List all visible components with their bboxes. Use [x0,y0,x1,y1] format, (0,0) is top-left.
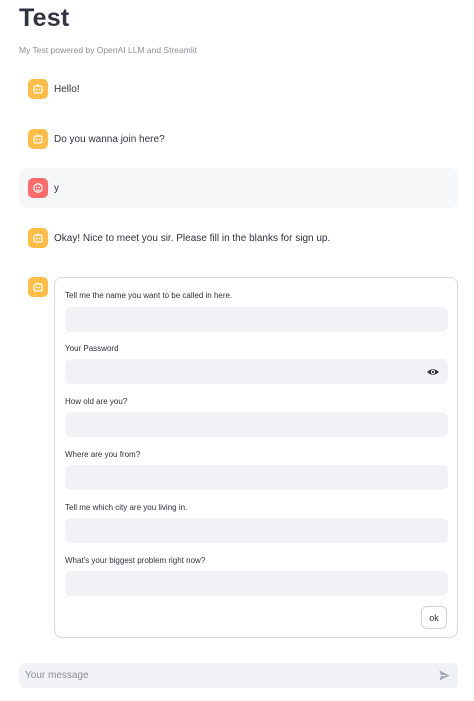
signup-form: Tell me the name you want to be called i… [54,277,458,638]
origin-input[interactable] [65,465,448,490]
message-text: Do you wanna join here? [54,133,165,145]
bot-icon [28,129,48,149]
chat-input-placeholder: Your message [25,670,89,681]
bot-icon [28,228,48,248]
bot-icon [28,277,48,297]
password-input[interactable] [65,359,448,384]
problem-field-label: What's your biggest problem right now? [65,556,206,565]
name-field-label: Tell me the name you want to be called i… [65,291,233,300]
chat-input[interactable]: Your message [19,663,458,688]
chat-message-assistant: Hello! [19,78,458,100]
send-icon[interactable] [438,669,451,682]
origin-field-label: Where are you from? [65,450,141,459]
page-title: Test [19,4,70,32]
city-input[interactable] [65,518,448,543]
chat-message-assistant: Okay! Nice to meet you sir. Please fill … [19,227,458,249]
bot-icon [28,79,48,99]
message-text: Hello! [54,83,80,95]
ok-button[interactable]: ok [421,606,447,629]
message-text: y [54,182,59,194]
message-text: Okay! Nice to meet you sir. Please fill … [54,232,331,244]
chat-message-assistant: Do you wanna join here? [19,128,458,150]
age-field-label: How old are you? [65,397,128,406]
user-icon [28,178,48,198]
password-field-label: Your Password [65,344,119,353]
age-input[interactable] [65,412,448,437]
page-subtitle: My Test powered by OpenAI LLM and Stream… [19,45,197,55]
problem-input[interactable] [65,571,448,596]
eye-icon[interactable] [426,365,440,379]
chat-message-user: y [19,168,458,208]
city-field-label: Tell me which city are you living in. [65,503,188,512]
name-input[interactable] [65,307,448,332]
